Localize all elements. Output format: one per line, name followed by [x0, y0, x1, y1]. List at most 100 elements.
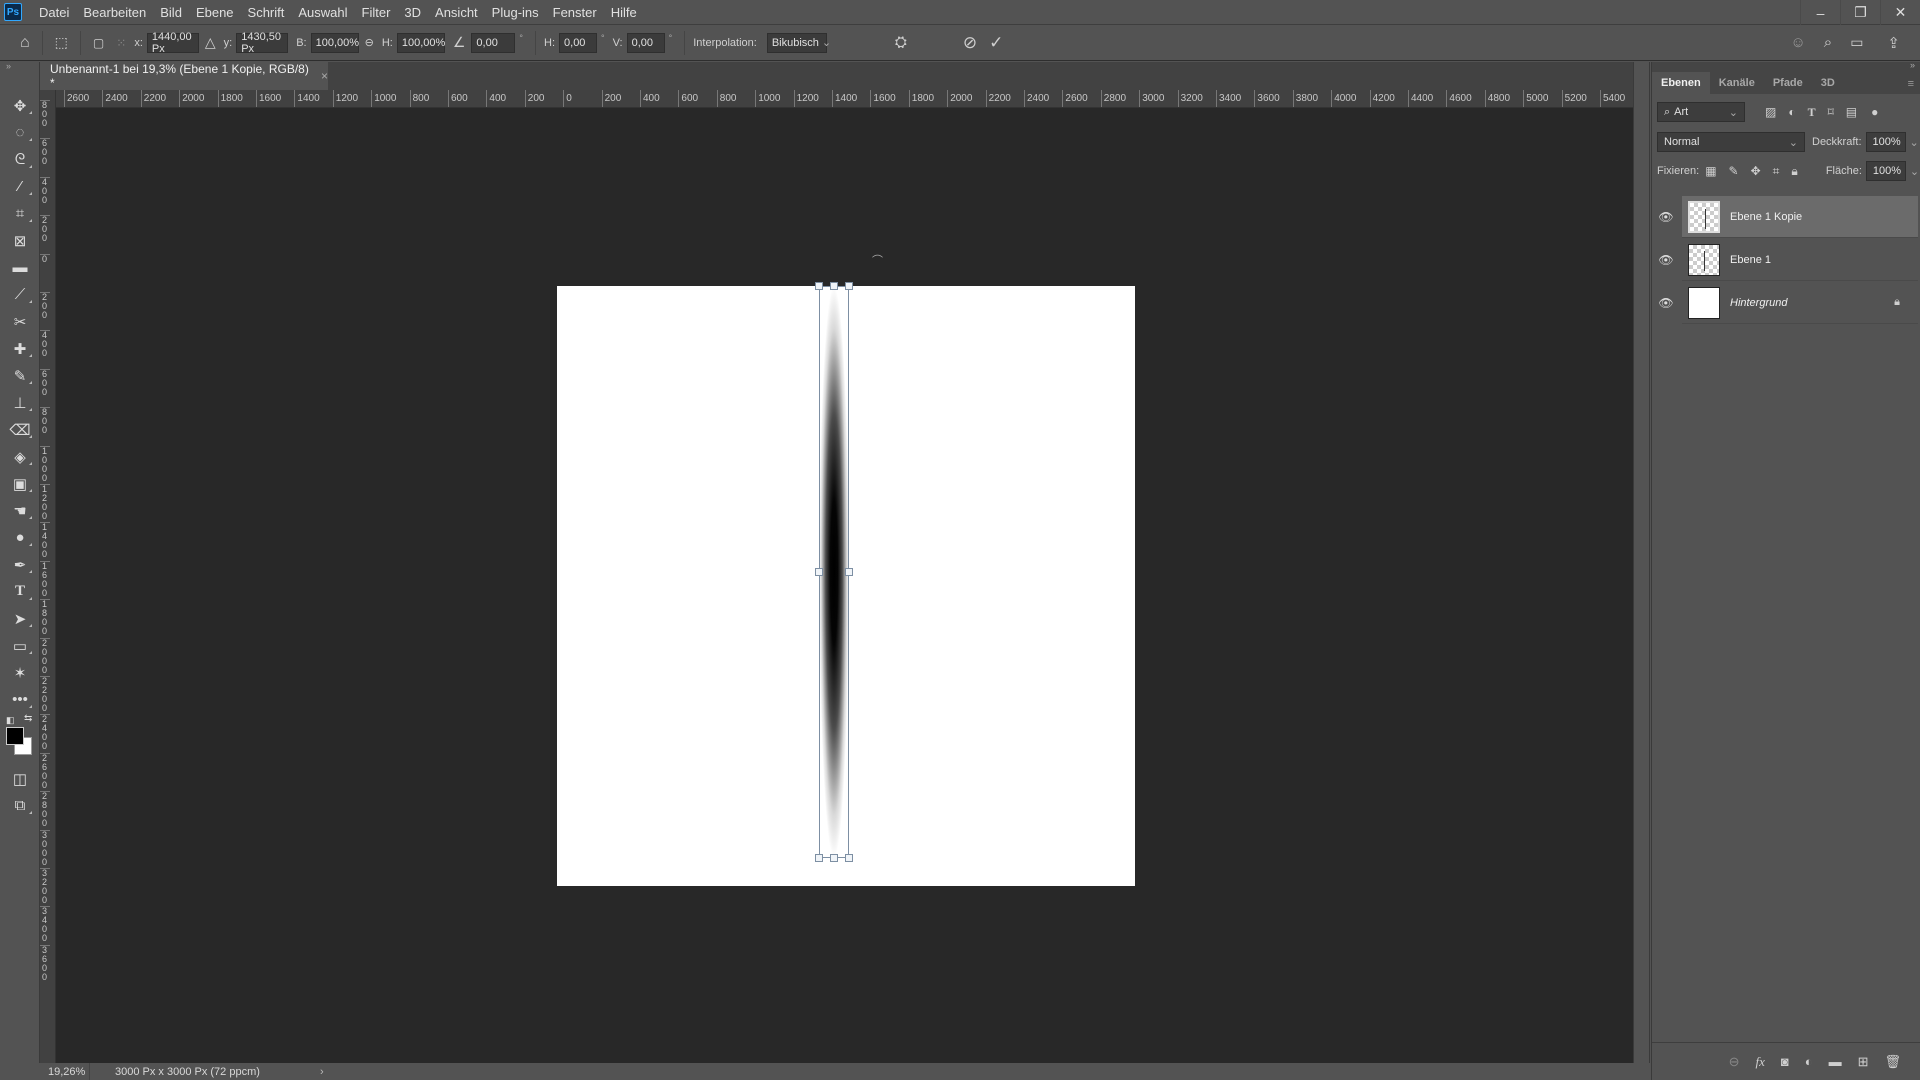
zoom-level[interactable]: 19,26%	[40, 1063, 90, 1080]
menu-filter[interactable]: Filter	[355, 5, 398, 20]
rectangle-tool-icon[interactable]: ▭	[0, 632, 40, 659]
lock-transparent-pixels-icon[interactable]: ▦	[1705, 164, 1716, 178]
blend-mode-select[interactable]: Normal ⌄	[1657, 132, 1805, 152]
horizontal-skew-input[interactable]: 0,00	[559, 32, 598, 53]
close-tab-icon[interactable]: ×	[321, 69, 328, 83]
add-mask-icon[interactable]: ◙	[1781, 1054, 1789, 1069]
lock-artboard-icon[interactable]: ⌗	[1773, 164, 1780, 179]
fill-input[interactable]: 100%	[1865, 161, 1906, 181]
path-selection-tool-icon[interactable]: ➤	[0, 605, 40, 632]
transform-handle-bottom-left[interactable]	[815, 854, 823, 862]
foreground-color-swatch[interactable]	[6, 727, 24, 745]
ruler-tool-icon[interactable]: ▬	[0, 254, 40, 281]
height-percent-input[interactable]: 100,00%	[396, 32, 445, 53]
layer-filter-select[interactable]: ⌕ Art ⌄	[1657, 102, 1745, 122]
link-aspect-icon[interactable]: ⊖	[365, 36, 374, 49]
transform-handle-top[interactable]	[830, 282, 838, 290]
reference-point-toggle-icon[interactable]: ▢	[93, 36, 104, 50]
menu-3d[interactable]: 3D	[397, 5, 428, 20]
panel-menu-icon[interactable]: ≡	[1908, 78, 1914, 90]
clone-stamp-tool-icon[interactable]: ⊥	[0, 389, 40, 416]
share-user-icon[interactable]: ☺	[1790, 34, 1805, 51]
pen-tool-icon[interactable]: ✒	[0, 551, 40, 578]
rotation-angle-input[interactable]: 0,00	[471, 32, 516, 53]
default-colors-icon[interactable]: ◧	[6, 715, 15, 726]
menu-schrift[interactable]: Schrift	[241, 5, 292, 20]
opacity-input[interactable]: 100%	[1865, 132, 1906, 152]
menu-ebene[interactable]: Ebene	[189, 5, 241, 20]
new-group-folder-icon[interactable]: ▬	[1829, 1054, 1842, 1069]
tab-ebenen[interactable]: Ebenen	[1652, 72, 1710, 94]
layer-style-fx-icon[interactable]: fx	[1755, 1054, 1764, 1070]
quick-mask-icon[interactable]: ◫	[0, 765, 40, 792]
menu-bearbeiten[interactable]: Bearbeiten	[76, 5, 153, 20]
smudge-tool-icon[interactable]: ☚	[0, 497, 40, 524]
document-tab[interactable]: Unbenannt-1 bei 19,3% (Ebene 1 Kopie, RG…	[40, 62, 328, 90]
filter-adjustment-icon[interactable]: ◐	[1788, 105, 1795, 119]
remove-tool-icon[interactable]: ✂	[0, 308, 40, 335]
transform-handle-top-right[interactable]	[845, 282, 853, 290]
layer-row-ebene-1-kopie[interactable]: 👁︎ Ebene 1 Kopie	[1658, 196, 1918, 238]
menu-hilfe[interactable]: Hilfe	[604, 5, 644, 20]
healing-brush-tool-icon[interactable]: ✚	[0, 335, 40, 362]
x-position-input[interactable]: 1440,00 Px	[146, 31, 199, 55]
vertical-ruler[interactable]: 800 600 400 200 0 200 400 600 800 1000 1200 1400 160…	[40, 90, 56, 1063]
lasso-tool-icon[interactable]: ᘓ	[0, 146, 40, 173]
y-position-input[interactable]: 1430,50 Px	[236, 31, 289, 55]
width-percent-input[interactable]: 100,00%	[310, 32, 359, 53]
transform-tool-preset-icon[interactable]: ⬚	[55, 34, 68, 51]
commit-transform-icon[interactable]: ✓	[989, 33, 1003, 53]
status-menu-arrow[interactable]: ›	[320, 1066, 324, 1078]
lock-image-pixels-icon[interactable]: ✎	[1729, 164, 1739, 178]
lock-position-icon[interactable]: ✥	[1751, 164, 1761, 178]
home-icon[interactable]: ⌂	[20, 34, 30, 52]
restore-button[interactable]: ❐	[1840, 0, 1880, 25]
delta-relative-icon[interactable]: △	[205, 34, 216, 51]
share-export-icon[interactable]: ⇪	[1887, 34, 1900, 52]
generative-shape-tool-icon[interactable]: ✶	[0, 659, 40, 686]
horizontal-ruler[interactable]: 2600 2400 2200 2000 1800 1600 1400 1200 1000 800 6…	[56, 90, 1633, 108]
swap-colors-icon[interactable]: ⇆	[24, 713, 32, 724]
visibility-eye-icon[interactable]: 👁︎	[1656, 210, 1676, 224]
lock-all-icon[interactable]: 🔒︎	[1791, 164, 1797, 179]
menu-plugins[interactable]: Plug-ins	[485, 5, 546, 20]
tab-3d[interactable]: 3D	[1812, 72, 1844, 94]
tab-kanaele[interactable]: Kanäle	[1710, 72, 1764, 94]
screen-mode-icon[interactable]: ⧉	[0, 792, 40, 819]
layer-lock-icon[interactable]: 🔒︎	[1894, 296, 1900, 309]
paint-bucket-tool-icon[interactable]: ◈	[0, 443, 40, 470]
transform-handle-bottom-right[interactable]	[845, 854, 853, 862]
eraser-tool-icon[interactable]: ⌫	[0, 416, 40, 443]
new-layer-icon[interactable]: ⊞	[1858, 1054, 1869, 1070]
dodge-tool-icon[interactable]: ●	[0, 524, 40, 551]
tab-pfade[interactable]: Pfade	[1764, 72, 1812, 94]
layer-row-ebene-1[interactable]: 👁︎ Ebene 1	[1658, 239, 1918, 281]
collapse-toolbar-icon[interactable]: »	[0, 62, 39, 72]
workspace-icon[interactable]: ▭	[1850, 34, 1863, 51]
menu-bild[interactable]: Bild	[153, 5, 189, 20]
crop-tool-icon[interactable]: ⌗	[0, 200, 40, 227]
move-tool-icon[interactable]: ✥	[0, 92, 40, 119]
filter-toggle-icon[interactable]: ●	[1871, 105, 1878, 119]
visibility-eye-icon[interactable]: 👁︎	[1656, 296, 1676, 310]
reference-point-grid-icon[interactable]: ⁙	[116, 36, 126, 50]
filter-shape-icon[interactable]: ⌑	[1828, 105, 1834, 119]
layer-row-hintergrund[interactable]: 👁︎ Hintergrund 🔒︎	[1658, 282, 1918, 324]
interpolation-select[interactable]: Bikubisch ⌄	[766, 32, 831, 53]
transform-handle-top-left[interactable]	[815, 282, 823, 290]
menu-ansicht[interactable]: Ansicht	[428, 5, 485, 20]
more-tools-icon[interactable]: •••	[0, 686, 40, 713]
transform-handle-right[interactable]	[845, 568, 853, 576]
fill-dropdown-icon[interactable]: ⌄	[1910, 165, 1919, 178]
elliptical-marquee-tool-icon[interactable]: ◌	[0, 119, 40, 146]
gradient-tool-icon[interactable]: ▣	[0, 470, 40, 497]
minimize-button[interactable]: –	[1800, 0, 1840, 25]
panel-collapse-strip[interactable]: »	[1652, 60, 1920, 72]
magic-wand-tool-icon[interactable]: ⁄	[0, 173, 40, 200]
filter-pixel-icon[interactable]: ▨	[1765, 105, 1776, 119]
filter-type-icon[interactable]: T	[1808, 105, 1816, 120]
vertical-skew-input[interactable]: 0,00	[626, 32, 665, 53]
link-layers-icon[interactable]: ⊖	[1729, 1054, 1740, 1070]
adjustment-layer-icon[interactable]: ◐	[1805, 1054, 1813, 1069]
close-button[interactable]: ✕	[1880, 0, 1920, 25]
